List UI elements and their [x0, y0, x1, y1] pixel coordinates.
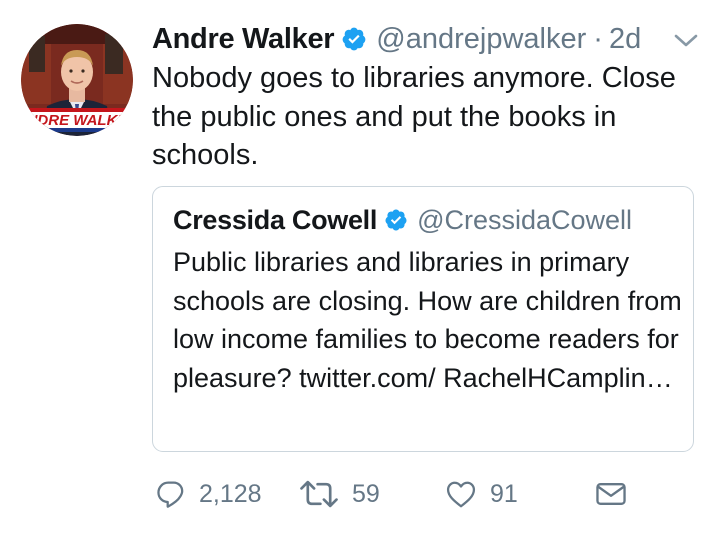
envelope-icon	[596, 482, 626, 506]
author-handle[interactable]: @andrejpwalker	[376, 20, 586, 58]
tweet: ANDRE WALKER Andre Walker @andrejpwalker…	[0, 0, 720, 534]
quoted-display-name: Cressida Cowell	[173, 205, 378, 235]
tweet-header: Andre Walker @andrejpwalker · 2d	[152, 20, 641, 58]
quoted-handle: @CressidaCowell	[417, 205, 633, 235]
reply-icon	[157, 481, 184, 508]
verified-badge-icon	[384, 208, 408, 232]
reply-count: 2,128	[199, 479, 262, 508]
heart-icon	[446, 481, 476, 508]
like-button[interactable]: 91	[444, 474, 518, 514]
retweet-button[interactable]: 59	[298, 474, 380, 514]
separator-dot: ·	[593, 23, 603, 55]
tweet-timestamp[interactable]: 2d	[609, 20, 641, 58]
retweet-count: 59	[352, 479, 380, 508]
avatar[interactable]: ANDRE WALKER	[21, 24, 133, 136]
svg-text:ANDRE WALKER: ANDRE WALKER	[21, 112, 133, 129]
action-bar: 2,128 59 91	[0, 474, 720, 514]
like-count: 91	[490, 479, 518, 508]
chevron-down-icon[interactable]	[673, 32, 699, 50]
display-name[interactable]: Andre Walker	[152, 20, 335, 58]
quoted-tweet[interactable]: Cressida Cowell @CressidaCowell Public l…	[152, 186, 694, 452]
quoted-tweet-header: Cressida Cowell @CressidaCowell	[173, 201, 632, 239]
quoted-tweet-text: Public libraries and libraries in primar…	[173, 247, 682, 393]
tweet-text: Nobody goes to libraries anymore. Close …	[152, 62, 676, 171]
reply-button[interactable]: 2,128	[155, 474, 262, 514]
direct-message-button[interactable]	[595, 474, 627, 514]
retweet-icon	[300, 480, 338, 508]
verified-badge-icon	[341, 26, 367, 52]
